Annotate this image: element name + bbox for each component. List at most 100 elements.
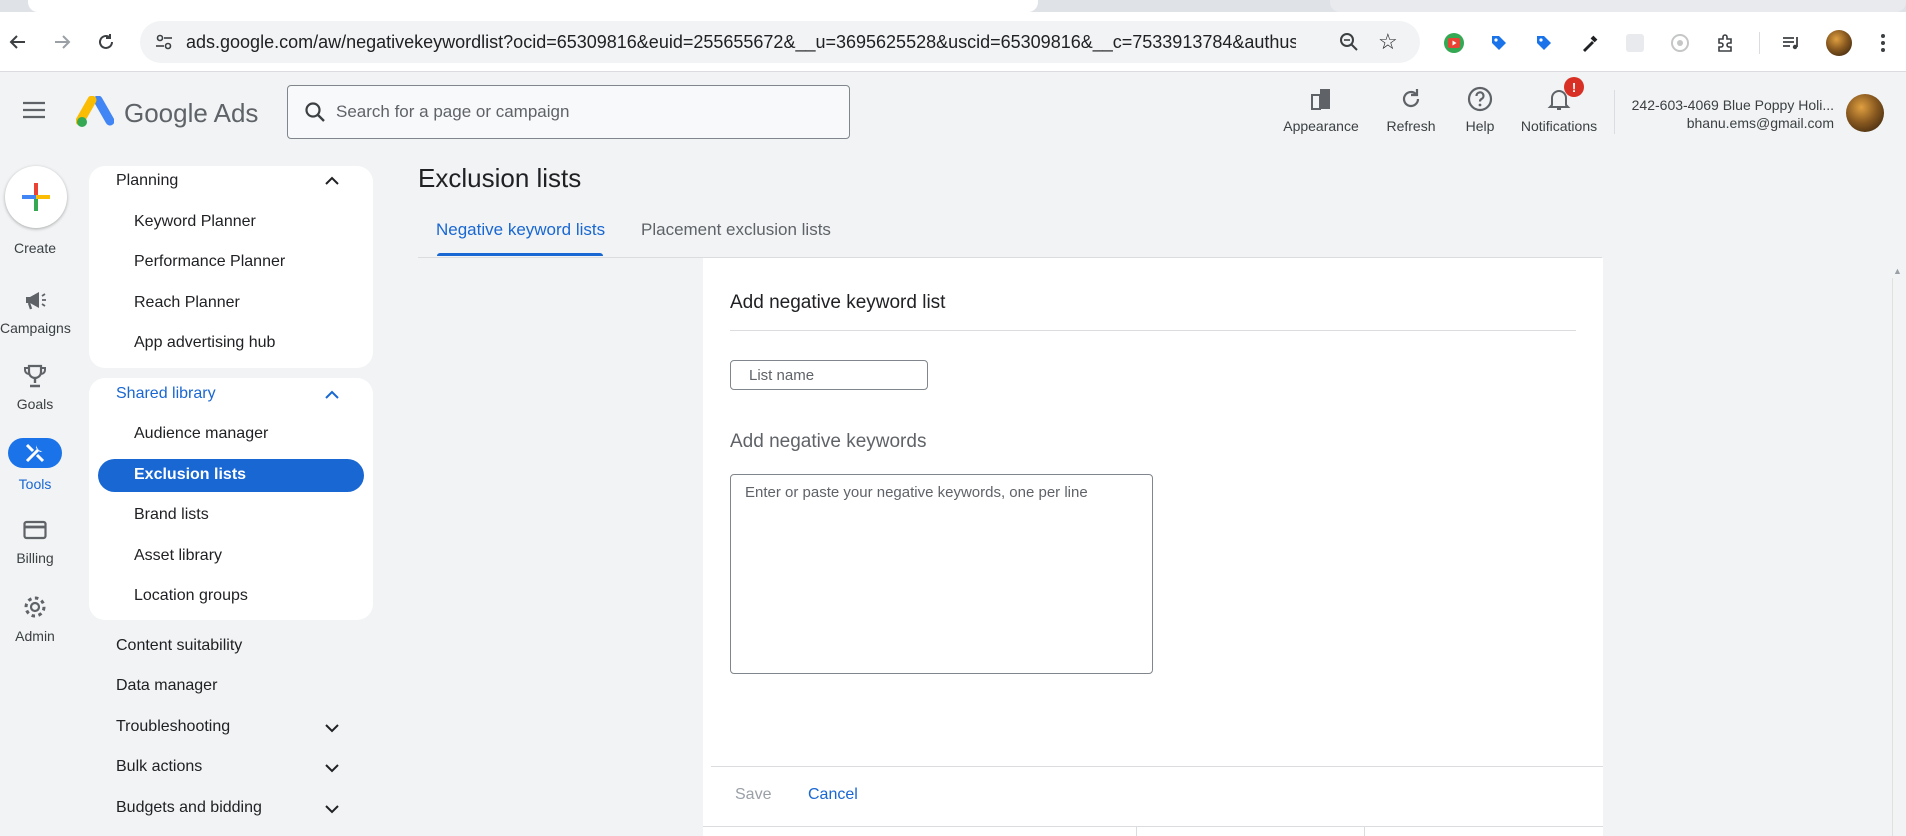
sidebar-item-brand-lists[interactable]: Brand lists bbox=[134, 506, 209, 524]
table-column-divider bbox=[1136, 826, 1137, 836]
circle-ext-icon[interactable] bbox=[1669, 32, 1691, 54]
notification-badge: ! bbox=[1564, 77, 1584, 97]
account-info[interactable]: 242-603-4069 Blue Poppy Holi... bhanu.em… bbox=[1622, 96, 1834, 132]
rail-goals[interactable]: Goals bbox=[0, 364, 70, 412]
youtube-ext-icon[interactable] bbox=[1443, 32, 1465, 54]
url-text[interactable]: ads.google.com/aw/negativekeywordlist?oc… bbox=[186, 32, 1296, 53]
billing-label: Billing bbox=[16, 550, 54, 566]
sidebar-item-app-advertising-hub[interactable]: App advertising hub bbox=[134, 334, 275, 352]
negative-keywords-textarea[interactable] bbox=[730, 474, 1153, 674]
create-label: Create bbox=[13, 240, 57, 256]
cancel-button[interactable]: Cancel bbox=[808, 786, 858, 804]
admin-label: Admin bbox=[15, 628, 55, 644]
megaphone-icon bbox=[26, 292, 46, 310]
rail-create[interactable]: Create bbox=[0, 166, 70, 256]
puzzle-icon[interactable] bbox=[1714, 32, 1736, 54]
refresh-label: Refresh bbox=[1386, 118, 1436, 134]
search-box[interactable]: Search for a page or campaign bbox=[287, 85, 850, 139]
account-email: bhanu.ems@gmail.com bbox=[1686, 115, 1834, 131]
sidebar-item-troubleshooting[interactable]: Troubleshooting bbox=[116, 718, 230, 736]
panel-title: Add negative keyword list bbox=[730, 292, 946, 313]
browser-menu-icon[interactable] bbox=[1872, 32, 1894, 54]
tools-label: Tools bbox=[18, 476, 52, 492]
ads-header: Google Ads Search for a page or campaign… bbox=[0, 72, 1906, 150]
tag-ext-icon[interactable] bbox=[1488, 32, 1510, 54]
avatar[interactable] bbox=[1846, 94, 1884, 132]
tab-placement-exclusion-lists[interactable]: Placement exclusion lists bbox=[641, 220, 831, 240]
account-name: 242-603-4069 Blue Poppy Holi... bbox=[1631, 97, 1834, 113]
browser-toolbar: ads.google.com/aw/negativekeywordlist?oc… bbox=[0, 12, 1906, 72]
create-button[interactable] bbox=[5, 166, 67, 228]
google-ads-logo[interactable]: Google Ads bbox=[76, 96, 258, 130]
zoom-icon[interactable] bbox=[1338, 31, 1360, 53]
tag-ext-icon-2[interactable] bbox=[1533, 32, 1555, 54]
appearance-button[interactable]: Appearance bbox=[1282, 84, 1360, 134]
tools-icon bbox=[25, 443, 45, 463]
footer-divider bbox=[711, 766, 1603, 767]
help-label: Help bbox=[1465, 118, 1495, 134]
appearance-label: Appearance bbox=[1283, 118, 1359, 134]
blank-ext-icon[interactable] bbox=[1624, 32, 1646, 54]
goals-label: Goals bbox=[16, 396, 54, 412]
plus-icon bbox=[22, 183, 50, 211]
profile-avatar-icon[interactable] bbox=[1826, 30, 1852, 56]
reload-button[interactable] bbox=[92, 28, 120, 56]
back-arrow-icon bbox=[9, 35, 25, 49]
site-settings-icon[interactable] bbox=[154, 32, 174, 52]
main-menu-button[interactable] bbox=[22, 101, 46, 124]
forward-button[interactable] bbox=[48, 28, 76, 56]
sidebar-item-audience-manager[interactable]: Audience manager bbox=[134, 425, 268, 443]
bookmark-star-icon[interactable]: ☆ bbox=[1378, 29, 1398, 55]
refresh-button[interactable]: Refresh bbox=[1380, 84, 1442, 134]
appearance-icon bbox=[1311, 89, 1330, 110]
rail-billing[interactable]: Billing bbox=[0, 518, 70, 566]
sidebar-item-keyword-planner[interactable]: Keyword Planner bbox=[134, 213, 256, 231]
rail-campaigns[interactable]: Campaigns bbox=[0, 288, 71, 336]
page-scrollbar[interactable] bbox=[1892, 278, 1906, 836]
chevron-up-icon[interactable] bbox=[324, 390, 340, 400]
sidebar-item-location-groups[interactable]: Location groups bbox=[134, 587, 248, 605]
tools-active-pill[interactable] bbox=[8, 438, 62, 468]
scroll-up-icon[interactable]: ▲ bbox=[1893, 266, 1902, 276]
address-bar[interactable]: ads.google.com/aw/negativekeywordlist?oc… bbox=[140, 21, 1420, 63]
rail-tools[interactable]: Tools bbox=[0, 438, 70, 492]
sidebar-item-data-manager[interactable]: Data manager bbox=[116, 677, 217, 695]
list-name-input[interactable] bbox=[730, 360, 928, 390]
media-queue-icon[interactable] bbox=[1780, 32, 1802, 54]
shared-library-header[interactable]: Shared library bbox=[116, 385, 216, 403]
notifications-button[interactable]: Notifications bbox=[1514, 84, 1604, 134]
logo-text: Google Ads bbox=[124, 97, 259, 128]
reload-icon bbox=[99, 34, 113, 49]
chevron-down-icon[interactable] bbox=[324, 804, 340, 814]
browser-tab-active[interactable] bbox=[28, 0, 1038, 12]
sidebar-item-reach-planner[interactable]: Reach Planner bbox=[134, 294, 240, 312]
help-button[interactable]: Help bbox=[1458, 84, 1502, 134]
sidebar-item-budgets-and-bidding[interactable]: Budgets and bidding bbox=[116, 799, 262, 817]
chevron-up-icon[interactable] bbox=[324, 176, 340, 186]
page-title: Exclusion lists bbox=[418, 163, 582, 193]
notifications-label: Notifications bbox=[1520, 118, 1598, 134]
browser-tab-strip bbox=[0, 0, 1906, 12]
sidebar-item-bulk-actions[interactable]: Bulk actions bbox=[116, 758, 202, 776]
header-divider bbox=[1614, 90, 1615, 134]
chevron-down-icon[interactable] bbox=[324, 723, 340, 733]
table-column-divider bbox=[1364, 826, 1365, 836]
tab-negative-keyword-lists[interactable]: Negative keyword lists bbox=[436, 220, 605, 240]
credit-card-icon bbox=[23, 520, 47, 540]
back-button[interactable] bbox=[4, 28, 32, 56]
sidebar-item-performance-planner[interactable]: Performance Planner bbox=[134, 253, 285, 271]
hamburger-menu-icon bbox=[23, 101, 45, 119]
rail-admin[interactable]: Admin bbox=[0, 594, 70, 644]
planning-header[interactable]: Planning bbox=[116, 172, 178, 190]
sidebar-item-content-suitability[interactable]: Content suitability bbox=[116, 637, 242, 655]
browser-tab[interactable] bbox=[1330, 0, 1906, 12]
save-button[interactable]: Save bbox=[735, 786, 771, 804]
eyedropper-icon[interactable] bbox=[1579, 32, 1601, 54]
chevron-down-icon[interactable] bbox=[324, 763, 340, 773]
sidebar-item-asset-library[interactable]: Asset library bbox=[134, 547, 222, 565]
toolbar-divider bbox=[1759, 32, 1760, 54]
panel-divider bbox=[730, 330, 1576, 331]
search-placeholder: Search for a page or campaign bbox=[336, 102, 570, 121]
shared-library-card bbox=[89, 378, 373, 620]
table-divider bbox=[703, 826, 1603, 827]
